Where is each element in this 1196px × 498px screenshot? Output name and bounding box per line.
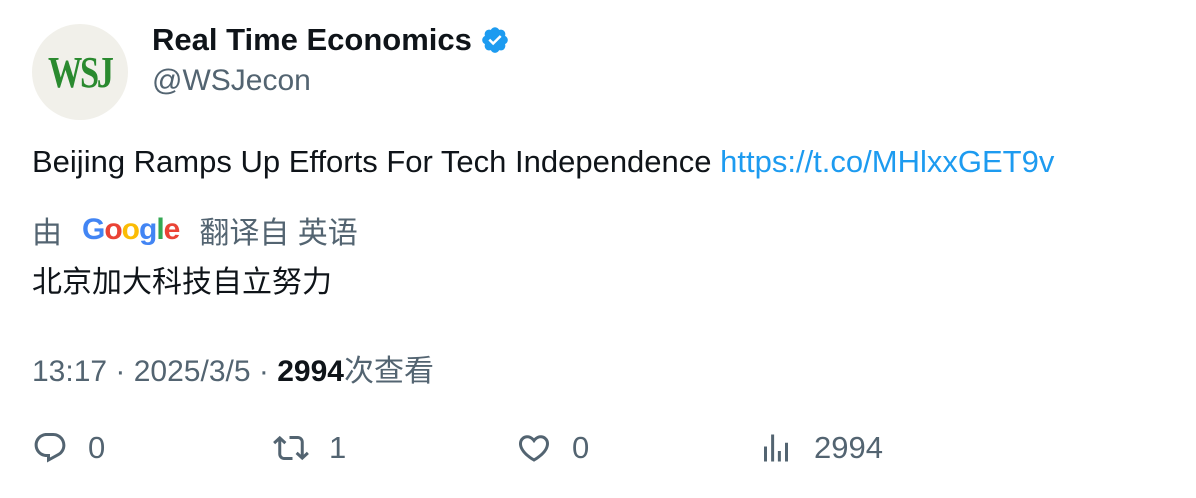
google-letter: o — [121, 213, 140, 246]
retweet-icon — [273, 435, 309, 461]
google-letter: g — [139, 213, 157, 246]
translation-attribution: 由 Google 翻译自 英语 — [32, 208, 358, 252]
wsj-logo: WSJ — [48, 47, 114, 97]
view-count: 2994 — [277, 355, 344, 388]
avatar[interactable]: WSJ — [32, 24, 128, 120]
retweet-count: 1 — [329, 430, 347, 465]
views-icon — [764, 434, 788, 462]
action-bar: 0 1 0 2994 — [0, 430, 1196, 480]
translated-text: 北京加大科技自立努力 — [32, 266, 332, 299]
tweet-time[interactable]: 13:17 — [32, 355, 107, 388]
tweet-date[interactable]: 2025/3/5 — [134, 355, 251, 388]
like-icon — [518, 435, 550, 462]
display-name[interactable]: Real Time Economics — [152, 22, 472, 58]
google-letter: e — [163, 213, 181, 246]
google-logo[interactable]: Google — [82, 213, 181, 247]
reply-button[interactable]: 0 — [32, 430, 105, 466]
verified-badge-icon — [480, 25, 510, 55]
google-letter: o — [104, 213, 122, 246]
tweet-text: Beijing Ramps Up Efforts For Tech Indepe… — [32, 144, 1054, 180]
translated-from-label: 翻译自 英语 — [199, 217, 358, 250]
reply-icon — [34, 433, 66, 463]
tweet-body: Beijing Ramps Up Efforts For Tech Indepe… — [32, 144, 721, 179]
retweet-button[interactable]: 1 — [273, 430, 346, 466]
meta-separator: · — [107, 355, 134, 388]
views-label: 次查看 — [343, 355, 434, 388]
reply-count: 0 — [88, 430, 106, 465]
tweet-link[interactable]: https://t.co/MHlxxGET9v — [720, 144, 1054, 179]
name-row: Real Time Economics — [152, 22, 510, 58]
google-letter: l — [156, 213, 164, 246]
handle[interactable]: @WSJecon — [152, 64, 311, 98]
views-count: 2994 — [814, 430, 883, 465]
views-button[interactable]: 2994 — [758, 430, 883, 466]
like-button[interactable]: 0 — [516, 430, 589, 466]
meta-separator: · — [250, 355, 278, 388]
translated-by-label: 由 — [32, 217, 62, 250]
tweet-meta: 13:17 · 2025/3/5 · 2994次查看 — [32, 346, 434, 390]
google-letter: G — [82, 213, 105, 246]
like-count: 0 — [572, 430, 590, 465]
